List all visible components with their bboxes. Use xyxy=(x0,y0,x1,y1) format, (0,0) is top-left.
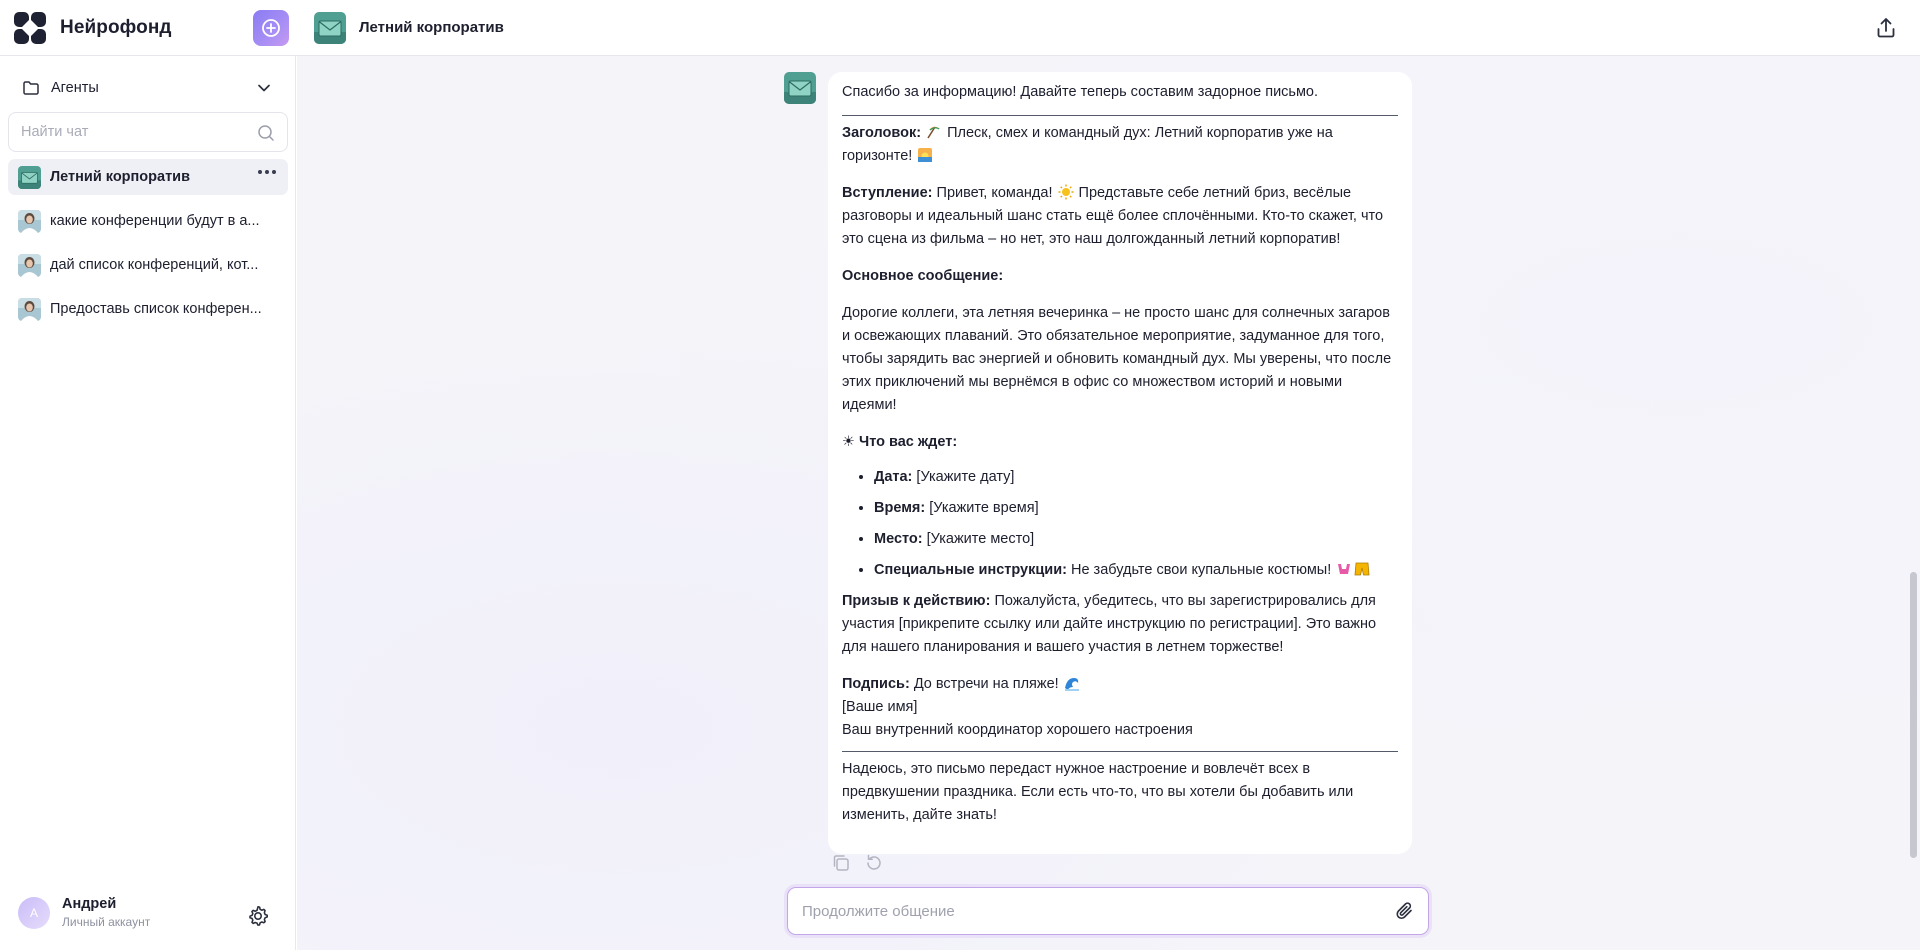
sign-text: До встречи на пляже! xyxy=(913,676,1059,692)
top-bar: Нейрофонд Летний корпоратив xyxy=(0,0,1920,56)
sunset-emoji-icon xyxy=(918,148,933,162)
subject-label: Заголовок: xyxy=(842,125,922,141)
chat-header: Летний корпоратив xyxy=(314,11,504,44)
user-name: Андрей xyxy=(62,896,117,912)
message-composer xyxy=(787,887,1429,935)
chat-item-conferences-1[interactable]: какие конференции будут в а... xyxy=(8,203,288,239)
chat-title: Летний корпоратив xyxy=(359,19,504,36)
envelope-agent-icon xyxy=(314,11,346,44)
greeting-label: Вступление: xyxy=(842,185,933,201)
detail-value: [Укажите дату] xyxy=(916,469,1015,485)
cta-label: Призыв к действию: xyxy=(842,593,991,609)
greeting-text-a: Привет, команда! xyxy=(936,185,1053,201)
share-upload-icon xyxy=(1877,18,1895,38)
list-item: Специальные инструкции: Не забудьте свои… xyxy=(874,559,1398,582)
gear-icon xyxy=(249,906,268,926)
detail-value: [Укажите время] xyxy=(929,500,1039,516)
divider xyxy=(842,751,1398,752)
detail-label: Время: xyxy=(874,500,926,516)
sign-name: [Ваше имя] xyxy=(842,699,918,715)
scrollbar[interactable] xyxy=(1910,572,1917,858)
copy-icon[interactable] xyxy=(830,852,852,874)
beach-emoji-icon xyxy=(927,126,941,139)
chat-item-label: Предоставь список конферен... xyxy=(50,301,262,317)
sign-role: Ваш внутренний координатор хорошего наст… xyxy=(842,722,1193,738)
detail-label: Дата: xyxy=(874,469,913,485)
more-options-icon[interactable] xyxy=(258,170,276,174)
signature-paragraph: Подпись: До встречи на пляже! [Ваше имя]… xyxy=(842,673,1398,742)
account-type: Личный аккаунт xyxy=(62,915,151,929)
plus-circle-icon xyxy=(262,18,280,37)
subject-paragraph: Заголовок: Плеск, смех и командный дух: … xyxy=(842,122,1398,168)
chat-item-conferences-3[interactable]: Предоставь список конферен... xyxy=(8,291,288,327)
expect-heading: ☀ Что вас ждет: xyxy=(842,431,1398,454)
expect-label: ☀ Что вас ждет: xyxy=(842,434,958,450)
message-input[interactable] xyxy=(788,888,1428,934)
shorts-emoji-icon xyxy=(1354,562,1370,576)
sun-emoji-icon xyxy=(1058,184,1074,200)
app-name: Нейрофонд xyxy=(60,16,172,38)
greeting-paragraph: Вступление: Привет, команда! Представьте… xyxy=(842,182,1398,251)
envelope-agent-icon xyxy=(784,72,816,104)
chat-area: Спасибо за информацию! Давайте теперь со… xyxy=(297,56,1920,950)
main-heading: Основное сообщение: xyxy=(842,265,1398,288)
detail-value: [Укажите место] xyxy=(926,531,1035,547)
chat-thumb xyxy=(18,209,41,233)
person-avatar-icon xyxy=(18,253,41,277)
chat-thumb xyxy=(18,297,41,321)
sign-label: Подпись: xyxy=(842,676,910,692)
details-list: Дата: [Укажите дату] Время: [Укажите вре… xyxy=(842,466,1398,582)
person-avatar-icon xyxy=(18,297,41,321)
detail-label: Специальные инструкции: xyxy=(874,562,1067,578)
search-icon xyxy=(258,125,274,141)
brand: Нейрофонд xyxy=(0,0,296,56)
main-text: Дорогие коллеги, эта летняя вечеринка – … xyxy=(842,305,1392,413)
list-item: Время: [Укажите время] xyxy=(874,497,1398,520)
share-button[interactable] xyxy=(1874,16,1898,40)
agents-dropdown[interactable]: Агенты xyxy=(10,64,286,112)
detail-value: Не забудьте свои купальные костюмы! xyxy=(1070,562,1332,578)
message-intro: Спасибо за информацию! Давайте теперь со… xyxy=(842,84,1319,100)
chat-item-label: дай список конференций, кот... xyxy=(50,257,259,273)
wave-emoji-icon xyxy=(1064,678,1079,691)
divider xyxy=(842,115,1398,116)
chat-thumb xyxy=(18,253,41,277)
chevron-down-icon xyxy=(258,84,270,92)
chat-item-label: Летний корпоратив xyxy=(50,169,191,185)
user-profile[interactable]: А Андрей Личный аккаунт xyxy=(18,896,150,929)
bikini-emoji-icon xyxy=(1338,564,1351,574)
agents-label: Агенты xyxy=(51,80,99,96)
chat-item-label: какие конференции будут в а... xyxy=(50,213,260,229)
envelope-agent-icon xyxy=(18,165,41,189)
detail-label: Место: xyxy=(874,531,923,547)
assistant-message: Спасибо за информацию! Давайте теперь со… xyxy=(828,72,1412,854)
chat-thumb xyxy=(18,165,41,189)
message-actions xyxy=(830,852,885,874)
person-avatar-icon xyxy=(18,209,41,233)
agent-avatar xyxy=(314,11,346,44)
paperclip-icon[interactable] xyxy=(1394,900,1416,922)
new-chat-button[interactable] xyxy=(253,9,289,46)
list-item: Место: [Укажите место] xyxy=(874,528,1398,551)
list-item: Дата: [Укажите дату] xyxy=(874,466,1398,489)
cta-paragraph: Призыв к действию: Пожалуйста, убедитесь… xyxy=(842,590,1398,659)
neirofond-logo-icon xyxy=(14,11,46,44)
user-info: Андрей Личный аккаунт xyxy=(62,896,150,929)
main-label: Основное сообщение: xyxy=(842,268,1004,284)
sidebar: Агенты Летний корпоратив xyxy=(0,56,296,950)
avatar: А xyxy=(18,896,50,929)
regenerate-icon[interactable] xyxy=(863,852,885,874)
search-input[interactable] xyxy=(9,113,287,151)
chat-item-summer-party[interactable]: Летний корпоратив xyxy=(8,159,288,195)
settings-button[interactable] xyxy=(246,904,270,928)
chat-list: Летний корпоратив какие конференции буду… xyxy=(8,159,288,335)
folder-icon xyxy=(23,81,39,95)
chat-item-conferences-2[interactable]: дай список конференций, кот... xyxy=(8,247,288,283)
agent-message-avatar xyxy=(784,72,816,104)
closing-text: Надеюсь, это письмо передаст нужное наст… xyxy=(842,761,1354,823)
chat-search xyxy=(8,112,288,152)
